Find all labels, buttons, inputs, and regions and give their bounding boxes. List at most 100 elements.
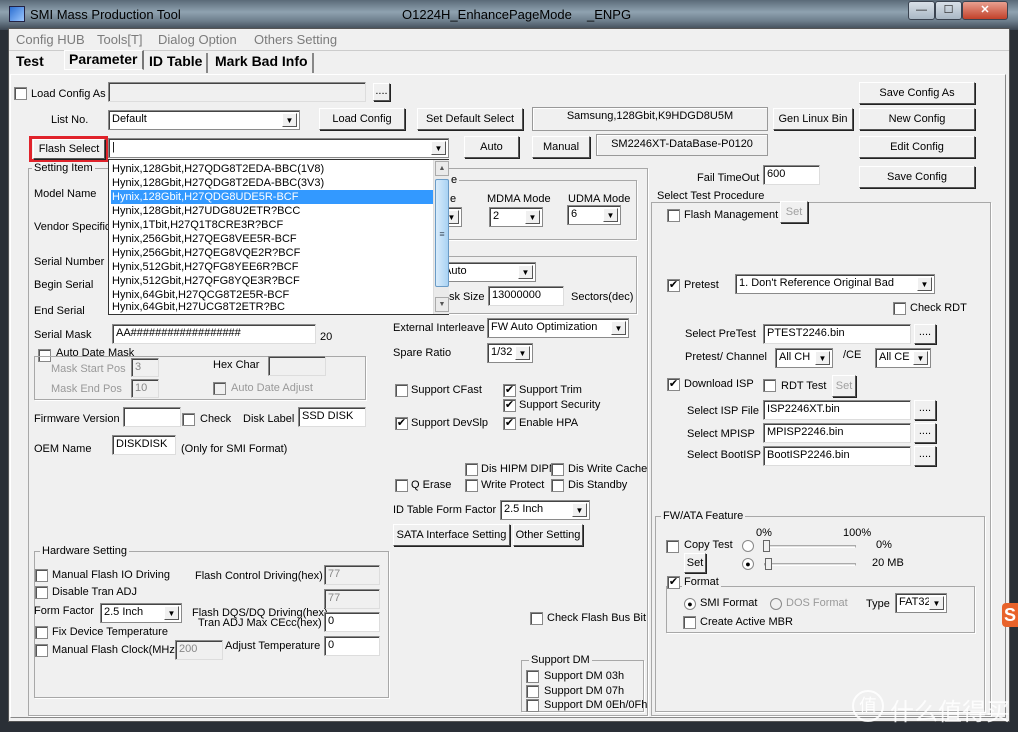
- hex-char-input[interactable]: [268, 356, 326, 376]
- chevron-down-icon[interactable]: ▼: [917, 277, 932, 291]
- auto-date-adjust-checkbox[interactable]: [213, 382, 226, 395]
- mpisp-browse-button[interactable]: ....: [914, 423, 936, 443]
- maximize-button[interactable]: ☐: [935, 1, 962, 20]
- udma-mode-select[interactable]: 6 ▼: [567, 205, 621, 225]
- chevron-down-icon[interactable]: ▼: [572, 503, 587, 517]
- channel-select[interactable]: All CH ▼: [775, 348, 833, 368]
- flash-select-dropdown-list[interactable]: Hynix,128Gbit,H27QDG8T2EDA-BBC(1V8) Hyni…: [108, 159, 449, 315]
- support-security-checkbox[interactable]: ✔: [503, 399, 516, 412]
- load-config-path-input[interactable]: [108, 82, 366, 102]
- flash-clock-input[interactable]: 200: [175, 640, 223, 660]
- smi-format-radio[interactable]: ●: [684, 598, 696, 610]
- minimize-button[interactable]: —: [908, 1, 935, 20]
- support-dm-03h-checkbox[interactable]: [526, 670, 539, 683]
- oem-name-input[interactable]: DISKDISK: [112, 435, 176, 455]
- q-erase-checkbox[interactable]: [395, 479, 408, 492]
- format-type-select[interactable]: FAT32 ▼: [895, 593, 947, 613]
- external-interleave-select[interactable]: FW Auto Optimization ▼: [487, 318, 629, 338]
- write-protect-checkbox[interactable]: [465, 479, 478, 492]
- flash-list-item[interactable]: Hynix,128Gbit,H27QDG8T2EDA-BBC(1V8): [111, 162, 433, 176]
- chevron-down-icon[interactable]: ▼: [929, 596, 944, 610]
- tran-adj-input[interactable]: 0: [324, 612, 380, 632]
- tab-mark-bad-info[interactable]: Mark Bad Info: [211, 53, 314, 73]
- dropdown-scrollbar[interactable]: ▲ ≡ ▼: [433, 160, 449, 314]
- download-isp-checkbox[interactable]: ✔: [667, 378, 680, 391]
- copy-test-set-button[interactable]: Set: [684, 553, 706, 573]
- chevron-down-icon[interactable]: ▼: [518, 265, 533, 279]
- tab-test[interactable]: Test: [12, 53, 48, 73]
- scroll-up-icon[interactable]: ▲: [435, 161, 449, 176]
- other-setting-button[interactable]: Other Setting: [513, 524, 583, 546]
- ce-select[interactable]: All CE ▼: [875, 348, 931, 368]
- edit-config-button[interactable]: Edit Config: [859, 136, 975, 158]
- size-slider-track[interactable]: [764, 563, 856, 566]
- dis-standby-checkbox[interactable]: [551, 479, 564, 492]
- firmware-version-input[interactable]: [123, 407, 181, 427]
- mask-end-pos-input[interactable]: 10: [131, 379, 159, 398]
- disk-label-input[interactable]: SSD DISK: [298, 407, 366, 427]
- manual-flash-clock-checkbox[interactable]: [35, 644, 48, 657]
- manual-flash-io-checkbox[interactable]: [35, 569, 48, 582]
- isp-browse-button[interactable]: ....: [914, 400, 936, 420]
- disk-size-input[interactable]: 13000000: [488, 286, 564, 306]
- tab-id-table[interactable]: ID Table: [145, 53, 209, 73]
- flash-list-item[interactable]: Hynix,64Gbit,H27UCG8T2ETR?BC: [111, 300, 433, 314]
- sata-interface-setting-button[interactable]: SATA Interface Setting: [393, 524, 510, 546]
- flash-select-button[interactable]: Flash Select: [33, 139, 105, 159]
- check-flash-bus-bit-checkbox[interactable]: [530, 612, 543, 625]
- flash-control-driving-input[interactable]: 77: [324, 565, 380, 585]
- flash-management-set-button[interactable]: Set: [780, 201, 808, 223]
- save-config-button[interactable]: Save Config: [859, 166, 975, 188]
- flash-list-item[interactable]: Hynix,1Tbit,H27Q1T8CRE3R?BCF: [111, 218, 433, 232]
- enable-hpa-checkbox[interactable]: ✔: [503, 417, 516, 430]
- id-form-factor-select[interactable]: 2.5 Inch ▼: [500, 500, 590, 520]
- chevron-down-icon[interactable]: ▼: [611, 321, 626, 335]
- bootisp-browse-button[interactable]: ....: [914, 446, 936, 466]
- bootisp-file-input[interactable]: BootISP2246.bin: [763, 446, 911, 466]
- capacity-mode-select[interactable]: Auto ▼: [440, 262, 536, 282]
- tab-parameter[interactable]: Parameter: [64, 50, 144, 70]
- check-rdt-checkbox[interactable]: [893, 302, 906, 315]
- percent-slider-track[interactable]: [764, 545, 856, 548]
- manual-button[interactable]: Manual: [532, 136, 590, 158]
- support-cfast-checkbox[interactable]: [395, 384, 408, 397]
- copy-test-checkbox[interactable]: [666, 540, 679, 553]
- chevron-down-icon[interactable]: ▼: [164, 606, 179, 620]
- menu-dialog-option[interactable]: Dialog Option: [158, 32, 237, 47]
- auto-button[interactable]: Auto: [464, 136, 519, 158]
- firmware-check-checkbox[interactable]: [182, 413, 195, 426]
- save-config-as-button[interactable]: Save Config As: [859, 82, 975, 104]
- pretest-mode-select[interactable]: 1. Don't Reference Original Bad ▼: [735, 274, 935, 294]
- flash-list-item[interactable]: Hynix,128Gbit,H27QDG8T2EDA-BBC(3V3): [111, 176, 433, 190]
- flash-list-item[interactable]: Hynix,256Gbit,H27QEG8VQE2R?BCF: [111, 246, 433, 260]
- flash-select-combo[interactable]: | ▼: [108, 138, 449, 158]
- load-config-as-checkbox[interactable]: [14, 87, 27, 100]
- pretest-file-input[interactable]: PTEST2246.bin: [763, 324, 911, 344]
- dis-write-cache-checkbox[interactable]: [551, 463, 564, 476]
- chevron-down-icon[interactable]: ▼: [431, 141, 446, 155]
- form-factor-select[interactable]: 2.5 Inch ▼: [100, 603, 182, 623]
- chevron-down-icon[interactable]: ▼: [603, 208, 618, 222]
- mpisp-file-input[interactable]: MPISP2246.bin: [763, 423, 911, 443]
- rdt-set-button[interactable]: Set: [832, 375, 856, 397]
- chevron-down-icon[interactable]: ▼: [515, 346, 530, 360]
- menu-others-setting[interactable]: Others Setting: [254, 32, 337, 47]
- serial-mask-input[interactable]: AA##################: [112, 324, 316, 344]
- scroll-thumb[interactable]: ≡: [435, 179, 449, 287]
- chevron-down-icon[interactable]: ▼: [913, 351, 928, 365]
- size-slider-thumb[interactable]: [764, 558, 772, 570]
- flash-list-item-selected[interactable]: Hynix,128Gbit,H27QDG8UDE5R-BCF: [111, 190, 433, 204]
- percent-slider-thumb[interactable]: [763, 540, 770, 552]
- support-devslp-checkbox[interactable]: ✔: [395, 417, 408, 430]
- fix-device-temp-checkbox[interactable]: [35, 626, 48, 639]
- dos-format-radio[interactable]: [770, 598, 782, 610]
- set-default-select-button[interactable]: Set Default Select: [417, 108, 523, 130]
- chevron-down-icon[interactable]: ▼: [815, 351, 830, 365]
- pretest-browse-button[interactable]: ....: [914, 324, 936, 344]
- rdt-test-checkbox[interactable]: [763, 379, 776, 392]
- pretest-checkbox[interactable]: ✔: [667, 279, 680, 292]
- close-button[interactable]: ✕: [962, 1, 1008, 20]
- disable-tran-adj-checkbox[interactable]: [35, 586, 48, 599]
- new-config-button[interactable]: New Config: [859, 108, 975, 130]
- chevron-down-icon[interactable]: ▼: [282, 113, 297, 127]
